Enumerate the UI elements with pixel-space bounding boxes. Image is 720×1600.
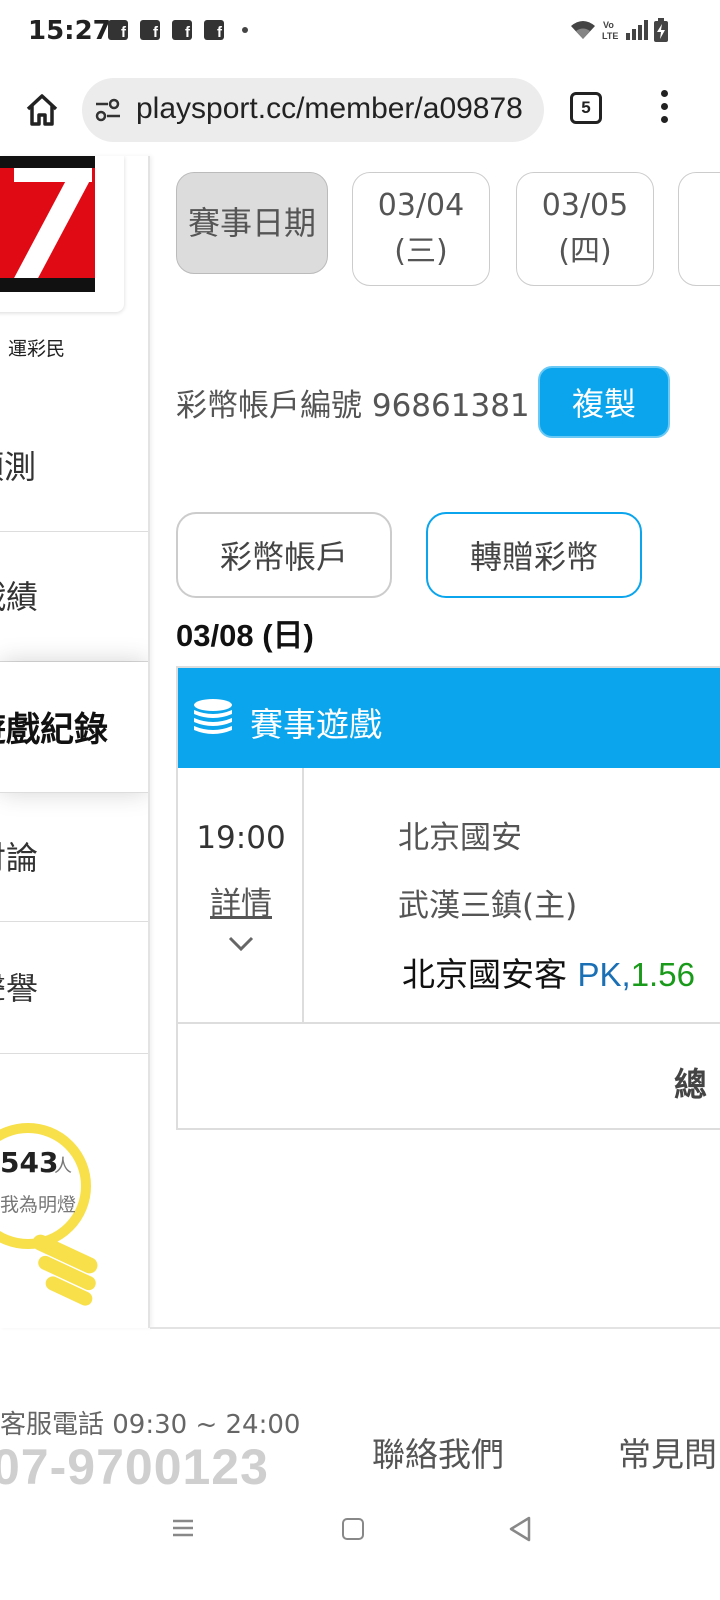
- lightbulb-count: 543: [0, 1146, 59, 1179]
- date-option[interactable]: 03/05 (四): [516, 172, 654, 286]
- day-heading: 03/08 (日): [176, 618, 314, 653]
- game-card-title: 賽事遊戲: [250, 705, 382, 744]
- total-row: 總: [178, 1024, 720, 1130]
- game-card-header: 賽事遊戲: [178, 668, 720, 768]
- system-indicators: Vo LTE: [570, 18, 668, 42]
- facebook-icon: f: [204, 20, 224, 40]
- game-time-cell: 19:00 詳情: [178, 768, 304, 1024]
- date-option[interactable]: 03/04 (三): [352, 172, 490, 286]
- notification-icons: f f f f: [108, 20, 248, 40]
- date-selector: 賽事日期 03/04 (三) 03/05 (四): [176, 172, 720, 288]
- tab-switcher-button[interactable]: 5: [570, 92, 602, 124]
- recents-icon[interactable]: [172, 1518, 194, 1538]
- site-settings-icon[interactable]: [94, 98, 122, 122]
- sidebar-item-label: 討論: [0, 839, 38, 877]
- sidebar-item-reputation[interactable]: 聲譽: [0, 924, 148, 1054]
- address-bar[interactable]: playsport.cc/member/a09878: [82, 78, 544, 142]
- sidebar-item-label: 聲譽: [0, 970, 38, 1008]
- battery-charging-icon: [654, 18, 668, 42]
- date-text: 03/05: [541, 188, 629, 223]
- game-time: 19:00: [196, 820, 286, 856]
- wifi-icon: [571, 21, 595, 39]
- sidebar-item-game-records[interactable]: 遊戲紀錄: [0, 662, 148, 792]
- browser-toolbar: playsport.cc/member/a09878 5: [0, 64, 720, 156]
- system-nav-bar: [0, 1494, 720, 1600]
- sidebar-item-discussion[interactable]: 討論: [0, 792, 148, 922]
- match-cell: 北京國安 武漢三鎮(主) 北京國安客 PK,1.56: [304, 768, 720, 1024]
- bet-odds: 1.56: [630, 956, 695, 993]
- lightbulb-unit: 人: [54, 1156, 72, 1177]
- svg-text:LTE: LTE: [602, 31, 618, 41]
- avatar[interactable]: [0, 156, 124, 312]
- total-label: 總: [674, 1065, 707, 1104]
- volte-icon: Vo LTE: [602, 20, 618, 41]
- more-notifications-dot-icon: [242, 27, 248, 33]
- tab-coin-account[interactable]: 彩幣帳戶: [176, 512, 392, 598]
- home-icon[interactable]: [22, 90, 62, 130]
- chevron-down-icon[interactable]: [228, 936, 254, 952]
- avatar-logo-image: [0, 156, 95, 292]
- facebook-icon: f: [108, 20, 128, 40]
- weekday-text: (三): [394, 234, 448, 269]
- bet-team: 北京國安客: [402, 955, 567, 994]
- copy-button[interactable]: 複製: [538, 366, 670, 438]
- content-divider: [150, 1327, 720, 1329]
- bet-type: PK,: [577, 956, 631, 993]
- weekday-text: (四): [558, 234, 612, 269]
- service-hours: 客服電話 09:30 ~ 24:00: [0, 1410, 301, 1440]
- facebook-icon: f: [140, 20, 160, 40]
- bet-pick: 北京國安客 PK,1.56: [402, 948, 695, 996]
- back-icon[interactable]: [508, 1516, 532, 1542]
- coins-stack-icon: [194, 699, 232, 734]
- more-menu-icon[interactable]: [652, 90, 676, 130]
- url-text: playsport.cc/member/a09878: [136, 92, 523, 125]
- service-phone[interactable]: 07-9700123: [0, 1438, 269, 1496]
- home-nav-icon[interactable]: [342, 1518, 364, 1540]
- details-link[interactable]: 詳情: [178, 878, 304, 923]
- tab-transfer-coins[interactable]: 轉贈彩幣: [426, 512, 642, 598]
- status-bar: 15:27 f f f f Vo LTE: [0, 0, 720, 64]
- sidebar-item-label: 預測: [0, 448, 36, 486]
- lightbulb-text: 我為明燈: [0, 1194, 77, 1216]
- coin-account-number: 彩幣帳戶編號 96861381: [176, 388, 530, 424]
- home-team: 武漢三鎮(主): [398, 888, 578, 924]
- date-text: 03/04: [377, 188, 465, 223]
- sidebar-item-label: 戰績: [0, 578, 38, 616]
- sidebar-item-predictions[interactable]: 預測: [0, 402, 148, 532]
- svg-text:Vo: Vo: [603, 20, 614, 30]
- contact-us-link[interactable]: 聯絡我們: [372, 1428, 504, 1476]
- sidebar-item-record[interactable]: 戰績: [0, 532, 148, 662]
- member-sidebar: 運彩民 預測 戰績 遊戲紀錄 討論 聲譽 543 人 我為明燈: [0, 156, 150, 1328]
- date-option[interactable]: [678, 172, 720, 286]
- facebook-icon: f: [172, 20, 192, 40]
- sidebar-item-label: 遊戲紀錄: [0, 710, 108, 750]
- faq-link[interactable]: 常見問: [618, 1428, 717, 1476]
- signal-icon: [626, 20, 648, 40]
- status-time: 15:27: [28, 16, 111, 46]
- away-team: 北京國安: [398, 820, 522, 856]
- game-record-card: 賽事遊戲 19:00 詳情 北京國安 武漢三鎮(主) 北京國安客 PK,1.56…: [176, 666, 720, 1130]
- date-selector-label: 賽事日期: [176, 172, 328, 274]
- member-caption: 運彩民: [8, 338, 66, 360]
